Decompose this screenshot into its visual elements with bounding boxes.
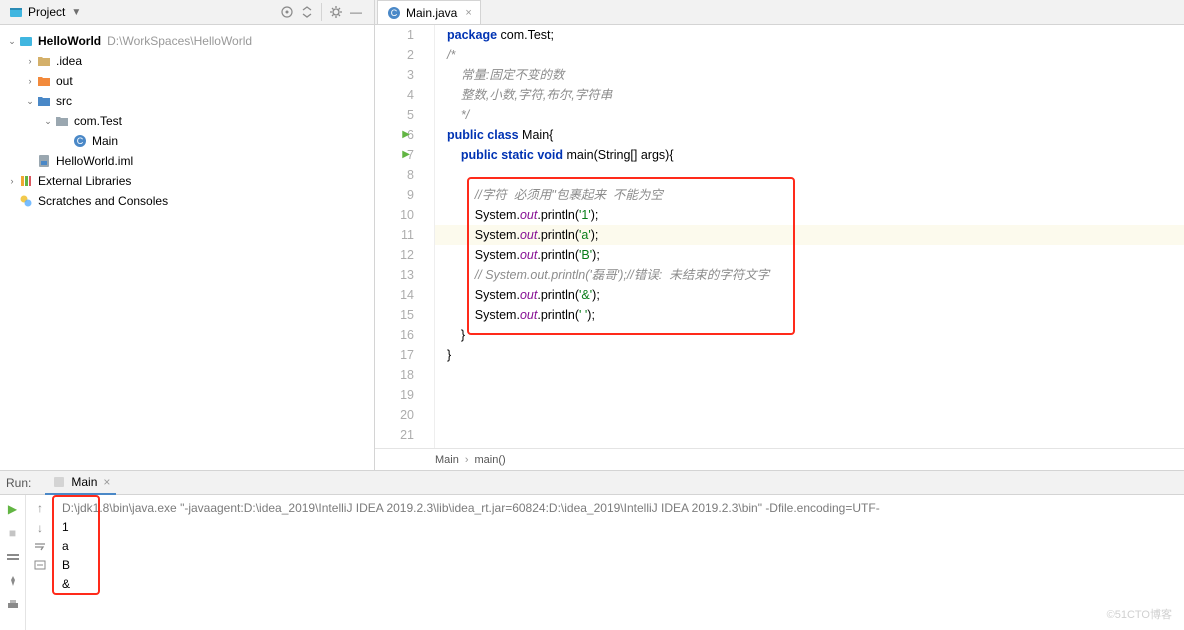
pin-icon[interactable] [5, 573, 21, 589]
svg-text:C: C [391, 8, 398, 18]
run-label: Run: [6, 476, 31, 490]
breadcrumb-method[interactable]: main() [475, 454, 506, 466]
watermark: ©51CTO博客 [1107, 606, 1172, 622]
tree-label: com.Test [74, 114, 122, 128]
breadcrumb-class[interactable]: Main [435, 454, 459, 466]
tree-scratches[interactable]: Scratches and Consoles [0, 191, 374, 211]
tree-label: External Libraries [38, 174, 131, 188]
run-gutter-icon[interactable]: ▶ [402, 125, 410, 145]
chevron-down-icon: ⌄ [24, 96, 36, 107]
package-icon [54, 113, 70, 129]
target-icon[interactable] [277, 2, 297, 22]
tree-project-root[interactable]: ⌄ HelloWorld D:\WorkSpaces\HelloWorld [0, 31, 374, 51]
wrap-icon[interactable] [33, 541, 47, 553]
up-icon[interactable]: ↑ [37, 501, 43, 515]
tree-label: HelloWorld.iml [56, 154, 133, 168]
tree-label: .idea [56, 54, 82, 68]
tree-label: Scratches and Consoles [38, 194, 168, 208]
layout-icon[interactable] [5, 549, 21, 565]
tree-label: src [56, 94, 72, 108]
rerun-icon[interactable]: ▶ [5, 501, 21, 517]
project-path: D:\WorkSpaces\HelloWorld [107, 34, 252, 48]
stop-icon[interactable]: ■ [5, 525, 21, 541]
tab-label: Main.java [406, 6, 457, 20]
code-editor[interactable]: 12345 6▶ 7▶ 89101112131415161718192021 p… [375, 25, 1184, 448]
chevron-right-icon: › [24, 76, 36, 86]
svg-text:C: C [77, 136, 84, 146]
breadcrumb: Main › main() [375, 448, 1184, 470]
down-icon[interactable]: ↓ [37, 521, 43, 535]
chevron-right-icon: › [6, 176, 18, 186]
console-line: B [62, 556, 1176, 575]
folder-blue-icon [36, 93, 52, 109]
run-gutter-icon[interactable]: ▶ [402, 145, 410, 165]
tree-item-iml[interactable]: HelloWorld.iml [0, 151, 374, 171]
project-icon [8, 4, 24, 20]
chevron-down-icon: ⌄ [42, 116, 54, 127]
collapse-icon[interactable] [297, 2, 317, 22]
print-icon[interactable] [5, 597, 21, 613]
tree-item-package[interactable]: ⌄ com.Test [0, 111, 374, 131]
iml-icon [36, 153, 52, 169]
sidebar-title: Project [28, 5, 65, 19]
tree-item-main-class[interactable]: C Main [0, 131, 374, 151]
scroll-icon[interactable] [33, 559, 47, 571]
tree-label: out [56, 74, 73, 88]
console-output[interactable]: D:\jdk1.8\bin\java.exe "-javaagent:D:\id… [54, 495, 1184, 630]
console-line: & [62, 575, 1176, 594]
hide-icon[interactable]: — [346, 2, 366, 22]
close-icon[interactable]: × [465, 7, 471, 19]
folder-orange-icon [36, 73, 52, 89]
console-command: D:\jdk1.8\bin\java.exe "-javaagent:D:\id… [62, 499, 1176, 518]
tree-item-idea[interactable]: › .idea [0, 51, 374, 71]
gutter: 12345 6▶ 7▶ 89101112131415161718192021 [375, 25, 435, 448]
tab-main-java[interactable]: C Main.java × [377, 0, 481, 24]
libraries-icon [18, 173, 34, 189]
project-tree: ⌄ HelloWorld D:\WorkSpaces\HelloWorld › … [0, 25, 374, 470]
app-icon [51, 474, 67, 490]
dropdown-icon[interactable]: ▼ [71, 7, 81, 18]
run-tab-main[interactable]: Main × [45, 471, 116, 495]
class-icon: C [386, 5, 402, 21]
chevron-right-icon: › [24, 56, 36, 66]
tree-label: Main [92, 134, 118, 148]
console-line: a [62, 537, 1176, 556]
folder-icon [36, 53, 52, 69]
divider [321, 3, 322, 21]
project-folder-icon [18, 33, 34, 49]
tree-external-libs[interactable]: › External Libraries [0, 171, 374, 191]
class-icon: C [72, 133, 88, 149]
gear-icon[interactable] [326, 2, 346, 22]
close-icon[interactable]: × [103, 475, 110, 489]
run-tab-label: Main [71, 475, 97, 489]
chevron-down-icon: ⌄ [6, 36, 18, 47]
console-line: 1 [62, 518, 1176, 537]
scratches-icon [18, 193, 34, 209]
tree-item-out[interactable]: › out [0, 71, 374, 91]
tree-item-src[interactable]: ⌄ src [0, 91, 374, 111]
project-name: HelloWorld [38, 34, 101, 48]
